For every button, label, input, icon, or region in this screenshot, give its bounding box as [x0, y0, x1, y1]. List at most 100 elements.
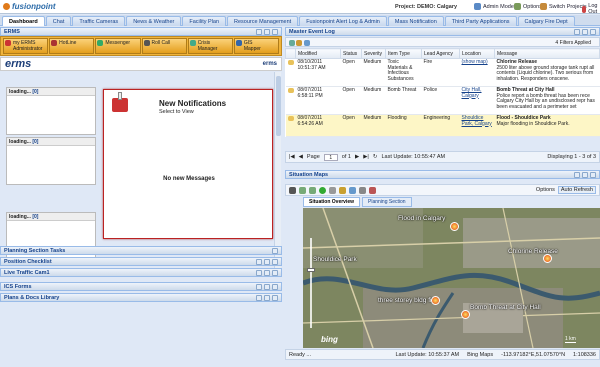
loading-link[interactable]: [0] — [32, 214, 38, 220]
gear-icon[interactable] — [264, 269, 270, 276]
panel-planning-tasks[interactable]: Planning Section Tasks — [0, 246, 282, 255]
expand-icon[interactable] — [256, 294, 262, 301]
gear-icon[interactable] — [582, 28, 588, 35]
switch-projects-button[interactable]: Switch Projects — [540, 3, 587, 10]
filters-applied[interactable]: 4 Filters Applied — [555, 40, 591, 46]
crisis-manager-button[interactable]: Crisis Manager — [187, 38, 233, 54]
first-page-icon[interactable]: |◀ — [289, 154, 295, 160]
table-row[interactable]: 08/10/2011 10:51:37 AM Open Medium Toxic… — [285, 58, 600, 87]
collapse-icon[interactable] — [256, 28, 262, 35]
chlorine-marker[interactable] — [543, 254, 552, 263]
location-link[interactable]: (show map) — [462, 59, 488, 65]
admin-mode-button[interactable]: Admin Mode — [474, 3, 514, 10]
auto-refresh-button[interactable]: Auto Refresh — [557, 186, 596, 194]
refresh-icon[interactable] — [303, 40, 310, 46]
panel-plans-docs[interactable]: Plans & Docs Library — [0, 293, 282, 302]
panel-ics-forms[interactable]: ICS Forms — [0, 282, 282, 291]
expand-icon[interactable] — [256, 283, 262, 290]
prev-page-icon[interactable]: ◀ — [299, 154, 303, 160]
notifications-subtitle: Select to View — [159, 109, 194, 115]
globe-icon[interactable] — [319, 186, 326, 194]
next-page-icon[interactable]: ▶ — [355, 154, 359, 160]
tab-dashboard[interactable]: Dashboard — [2, 16, 45, 26]
col-message[interactable]: Message — [494, 48, 600, 59]
collapse-icon[interactable] — [574, 171, 580, 178]
refresh-icon[interactable]: ↻ — [373, 154, 378, 160]
messenger-button[interactable]: Messenger — [95, 38, 141, 54]
edit-icon[interactable] — [296, 40, 303, 46]
tab-traffic-cameras[interactable]: Traffic Cameras — [72, 16, 126, 26]
expand-icon[interactable] — [256, 269, 262, 276]
loading-link[interactable]: [0] — [32, 89, 38, 95]
back-icon[interactable] — [299, 186, 306, 194]
loading-link[interactable]: [0] — [32, 139, 38, 145]
col-status[interactable]: Status — [340, 48, 362, 59]
map-view[interactable]: Flood in Calgary Shouldice Park Chlorine… — [303, 208, 600, 348]
close-icon[interactable] — [272, 269, 278, 276]
tab-resource-management[interactable]: Resource Management — [227, 16, 299, 26]
location-link[interactable]: Shouldice Park, Calgary — [462, 115, 492, 127]
panel-live-traffic-cam[interactable]: Live Traffic Cam1 — [0, 268, 282, 277]
gear-icon[interactable] — [582, 171, 588, 178]
col-lead-agency[interactable]: Lead Agency — [421, 48, 460, 59]
location-link[interactable]: City Hall, Calgary — [462, 87, 482, 99]
zoom-slider[interactable] — [307, 228, 315, 338]
page-input[interactable]: 1 — [323, 153, 338, 161]
map-label: Flood in Calgary — [398, 215, 446, 222]
measure-icon[interactable] — [339, 186, 346, 194]
tab-fire-dept[interactable]: Calgary Fire Dept — [517, 16, 575, 26]
right-pane: Master Event Log 4 Filters Applied Modif… — [285, 27, 600, 367]
table-row[interactable]: 08/07/2011 6:58:11 PM Open Medium Bomb T… — [285, 86, 600, 115]
flood-marker[interactable] — [450, 222, 459, 231]
col-modified[interactable]: Modified — [295, 48, 341, 59]
add-icon[interactable] — [289, 40, 295, 46]
panel-position-checklist[interactable]: Position Checklist — [0, 257, 282, 266]
expand-icon[interactable] — [272, 247, 278, 254]
tab-chat[interactable]: Chat — [45, 16, 72, 26]
zoom-knob[interactable] — [307, 268, 315, 272]
collapse-icon[interactable] — [574, 28, 580, 35]
gear-icon[interactable] — [264, 283, 270, 290]
bomb-threat-marker[interactable] — [461, 310, 470, 319]
print-icon[interactable] — [369, 186, 376, 194]
tab-facility-plan[interactable]: Facility Plan — [182, 16, 227, 26]
tab-mass-notification[interactable]: Mass Notification — [387, 16, 444, 26]
col-location[interactable]: Location — [459, 48, 495, 59]
col-item-type[interactable]: Item Type — [385, 48, 422, 59]
coordinates-readout: -113.97182°E,51.07570°N — [501, 351, 566, 358]
logout-button[interactable]: Log Out — [582, 3, 600, 15]
fire-marker[interactable] — [431, 296, 440, 305]
bing-maps-label: Bing Maps — [467, 351, 494, 358]
hotline-button[interactable]: HotLine — [49, 38, 95, 54]
tab-third-party[interactable]: Third Party Applications — [444, 16, 517, 26]
map-options-button[interactable]: Options — [536, 187, 555, 193]
notifications-panel[interactable]: New Notifications Select to View No new … — [103, 89, 273, 239]
layers-icon[interactable] — [349, 186, 356, 194]
tab-situation-overview[interactable]: Situation Overview — [303, 197, 361, 207]
gis-mapper-button[interactable]: GIS Mapper — [233, 38, 280, 54]
tab-alert-log[interactable]: Fusionpoint Alert Log & Admin — [299, 16, 387, 26]
gear-icon[interactable] — [264, 258, 270, 265]
last-page-icon[interactable]: ▶| — [363, 154, 369, 160]
my-erms-button[interactable]: my ERMS Administrator — [3, 38, 49, 54]
close-icon[interactable] — [272, 283, 278, 290]
roll-call-button[interactable]: Roll Call — [141, 38, 187, 54]
close-icon[interactable] — [272, 28, 278, 35]
tab-news-weather[interactable]: News & Weather — [126, 16, 182, 26]
col-severity[interactable]: Severity — [361, 48, 386, 59]
options-button[interactable]: Options — [514, 3, 542, 10]
left-scrollbar[interactable] — [274, 72, 281, 272]
close-icon[interactable] — [272, 258, 278, 265]
gear-icon[interactable] — [264, 294, 270, 301]
gear-icon[interactable] — [264, 28, 270, 35]
close-icon[interactable] — [590, 28, 596, 35]
zoom-in-icon[interactable] — [329, 186, 336, 194]
pan-icon[interactable] — [289, 186, 296, 194]
tab-planning-section[interactable]: Planning Section — [362, 197, 412, 207]
close-icon[interactable] — [272, 294, 278, 301]
close-icon[interactable] — [590, 171, 596, 178]
expand-icon[interactable] — [256, 258, 262, 265]
forward-icon[interactable] — [309, 186, 316, 194]
table-row[interactable]: 08/07/2011 6:54:26 AM Open Medium Floodi… — [285, 114, 600, 137]
edit-icon[interactable] — [359, 186, 366, 194]
